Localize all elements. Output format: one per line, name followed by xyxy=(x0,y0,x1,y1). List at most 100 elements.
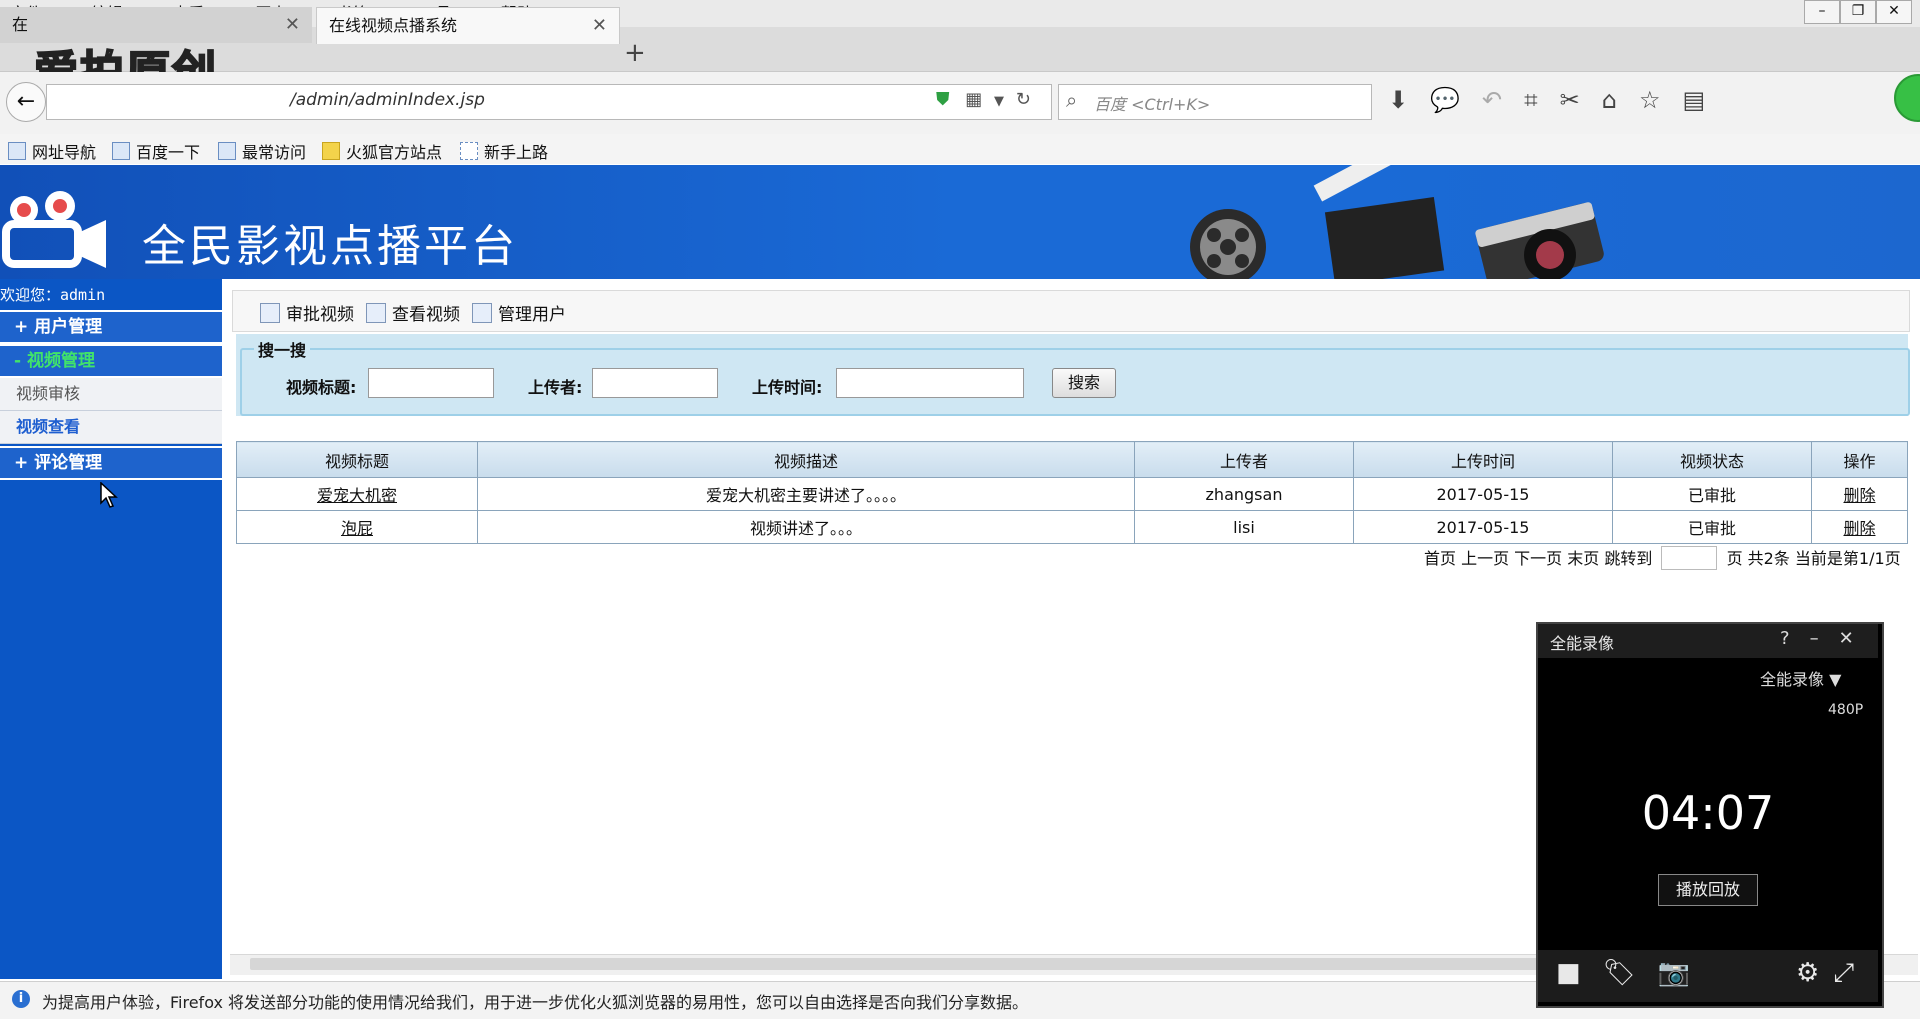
folder-icon xyxy=(322,142,340,160)
table-cell: zhangsan xyxy=(1134,477,1354,511)
undo-icon[interactable]: ↶ xyxy=(1482,86,1502,114)
home-icon[interactable]: ⌂ xyxy=(1602,86,1617,114)
back-button[interactable]: ← xyxy=(6,82,46,122)
bookmark-label: 火狐官方站点 xyxy=(346,143,443,162)
uploader-label: 上传者: xyxy=(528,378,583,397)
maximize-button[interactable]: ❐ xyxy=(1840,0,1876,24)
toolbar-label: 管理用户 xyxy=(498,305,566,325)
column-header: 操作 xyxy=(1811,441,1908,478)
bookmark-label: 网址导航 xyxy=(32,143,97,162)
pagination: 首页 上一页 下一页 末页 跳转到 页 共2条 当前是第1/1页 xyxy=(1424,545,1901,570)
recorder-mode-dropdown[interactable]: 全能录像 ▼ xyxy=(1760,666,1841,690)
pager-jump-label: 跳转到 xyxy=(1604,549,1653,568)
page-icon xyxy=(218,142,236,160)
sidebar-group-videos[interactable]: - 视频管理 xyxy=(0,344,222,378)
upload-time-input[interactable] xyxy=(836,368,1024,398)
column-header: 视频标题 xyxy=(236,441,478,478)
stop-icon[interactable]: ■ xyxy=(1556,958,1581,988)
mouse-cursor-icon xyxy=(100,482,118,508)
pager-summary: 页 共2条 当前是第1/1页 xyxy=(1726,549,1901,568)
edit-icon xyxy=(260,303,280,323)
sidebar-item-video-review[interactable]: 视频审核 xyxy=(0,378,222,411)
bookmark-item[interactable]: 火狐官方站点 xyxy=(322,139,442,163)
column-header: 视频描述 xyxy=(477,441,1135,478)
tag-icon[interactable]: 🏷 xyxy=(1603,958,1636,988)
table-cell: 视频讲述了。。。 xyxy=(477,510,1135,544)
help-icon[interactable]: ? xyxy=(1780,628,1790,649)
download-icon[interactable]: ⬇ xyxy=(1388,86,1408,114)
title-input[interactable] xyxy=(368,368,494,398)
video-title-link[interactable]: 爱宠大机密 xyxy=(317,486,397,505)
library-icon[interactable]: ▤ xyxy=(1682,86,1705,114)
home-icon xyxy=(366,303,386,323)
bookmark-item[interactable]: 新手上路 xyxy=(460,139,548,163)
sidebar-group-comments[interactable]: + 评论管理 xyxy=(0,446,222,480)
sidebar-item-video-view[interactable]: 视频查看 xyxy=(0,411,222,444)
table-header-row: 视频标题 视频描述 上传者 上传时间 视频状态 操作 xyxy=(236,441,1908,478)
toolbar-label: 审批视频 xyxy=(286,305,354,325)
table-cell: lisi xyxy=(1134,510,1354,544)
bookmark-label: 最常访问 xyxy=(242,143,307,162)
url-bar-icons: ⛊ ▦ ▼ ↻ xyxy=(936,89,1031,110)
tab-label: 在 xyxy=(12,15,29,34)
play-replay-button[interactable]: 播放回放 xyxy=(1658,874,1758,906)
qr-code-icon[interactable]: ▦ xyxy=(965,89,982,110)
chevron-down-icon[interactable]: ▼ xyxy=(994,94,1004,109)
page-number-input[interactable] xyxy=(1661,546,1718,570)
star-icon[interactable]: ☆ xyxy=(1639,86,1661,114)
uploader-input[interactable] xyxy=(592,368,718,398)
expand-icon[interactable]: ⤢ xyxy=(1833,958,1854,989)
approve-video-link[interactable]: 审批视频 xyxy=(260,300,354,325)
search-button[interactable]: 搜索 xyxy=(1052,368,1116,398)
globe-icon xyxy=(8,142,26,160)
bookmark-label: 新手上路 xyxy=(484,143,549,162)
table-cell: 已审批 xyxy=(1612,510,1812,544)
close-icon[interactable]: ✕ xyxy=(285,7,300,43)
page-icon xyxy=(460,142,478,160)
delete-link[interactable]: 删除 xyxy=(1843,519,1875,538)
recorder-controls: ? – ✕ xyxy=(1780,628,1854,649)
minimize-button[interactable]: – xyxy=(1804,0,1840,24)
paw-icon xyxy=(112,142,130,160)
tools-icon[interactable]: ✂ xyxy=(1560,86,1580,114)
film-equipment-illustration xyxy=(1190,165,1604,279)
window-controls: – ❐ ✕ xyxy=(1804,0,1912,24)
bookmark-label: 百度一下 xyxy=(136,143,201,162)
recorder-title: 全能录像 xyxy=(1550,634,1615,653)
search-placeholder: 百度 <Ctrl+K> xyxy=(1094,95,1211,114)
arrow-left-icon: ← xyxy=(16,89,36,114)
pager-links[interactable]: 首页 上一页 下一页 末页 xyxy=(1424,549,1599,568)
close-icon[interactable]: ✕ xyxy=(592,8,607,44)
recorder-resolution: 480P xyxy=(1828,702,1864,718)
sidebar-group-users[interactable]: + 用户管理 xyxy=(0,310,222,344)
reload-icon[interactable]: ↻ xyxy=(1016,89,1031,110)
camera-icon[interactable]: 📷 xyxy=(1658,958,1690,988)
column-header: 上传时间 xyxy=(1353,441,1613,478)
gear-icon[interactable]: ⚙ xyxy=(1796,958,1819,989)
upload-time-label: 上传时间: xyxy=(752,378,823,397)
minimize-icon[interactable]: – xyxy=(1810,628,1819,649)
welcome-text: 欢迎您：admin xyxy=(0,286,106,304)
video-title-link[interactable]: 泡屁 xyxy=(341,519,373,538)
bookmark-item[interactable]: 网址导航 xyxy=(8,139,96,163)
view-video-link[interactable]: 查看视频 xyxy=(366,300,460,325)
shield-icon[interactable]: ⛊ xyxy=(936,89,950,110)
tab-active[interactable]: 在线视频点播系统 ✕ xyxy=(316,7,620,44)
column-header: 视频状态 xyxy=(1612,441,1812,478)
chat-icon[interactable]: 💬 xyxy=(1430,86,1460,114)
title-label: 视频标题: xyxy=(286,378,357,397)
url-bar[interactable] xyxy=(46,84,1052,120)
new-tab-button[interactable]: + xyxy=(624,38,646,68)
crop-icon[interactable]: ⌗ xyxy=(1524,86,1538,114)
bookmarks-bar: 网址导航 百度一下 最常访问 火狐官方站点 新手上路 xyxy=(0,134,1920,164)
recorder-timer: 04:07 xyxy=(1641,786,1775,840)
close-window-button[interactable]: ✕ xyxy=(1876,0,1912,24)
video-table: 视频标题 视频描述 上传者 上传时间 视频状态 操作 爱宠大机密 爱宠大机密主要… xyxy=(236,441,1908,544)
bookmark-item[interactable]: 最常访问 xyxy=(218,139,306,163)
manage-users-link[interactable]: 管理用户 xyxy=(472,300,566,325)
close-icon[interactable]: ✕ xyxy=(1839,628,1854,649)
bookmark-item[interactable]: 百度一下 xyxy=(112,139,200,163)
site-title: 全民影视点播平台 xyxy=(142,221,518,272)
scrollbar-thumb[interactable] xyxy=(250,958,1620,970)
delete-link[interactable]: 删除 xyxy=(1843,486,1875,505)
